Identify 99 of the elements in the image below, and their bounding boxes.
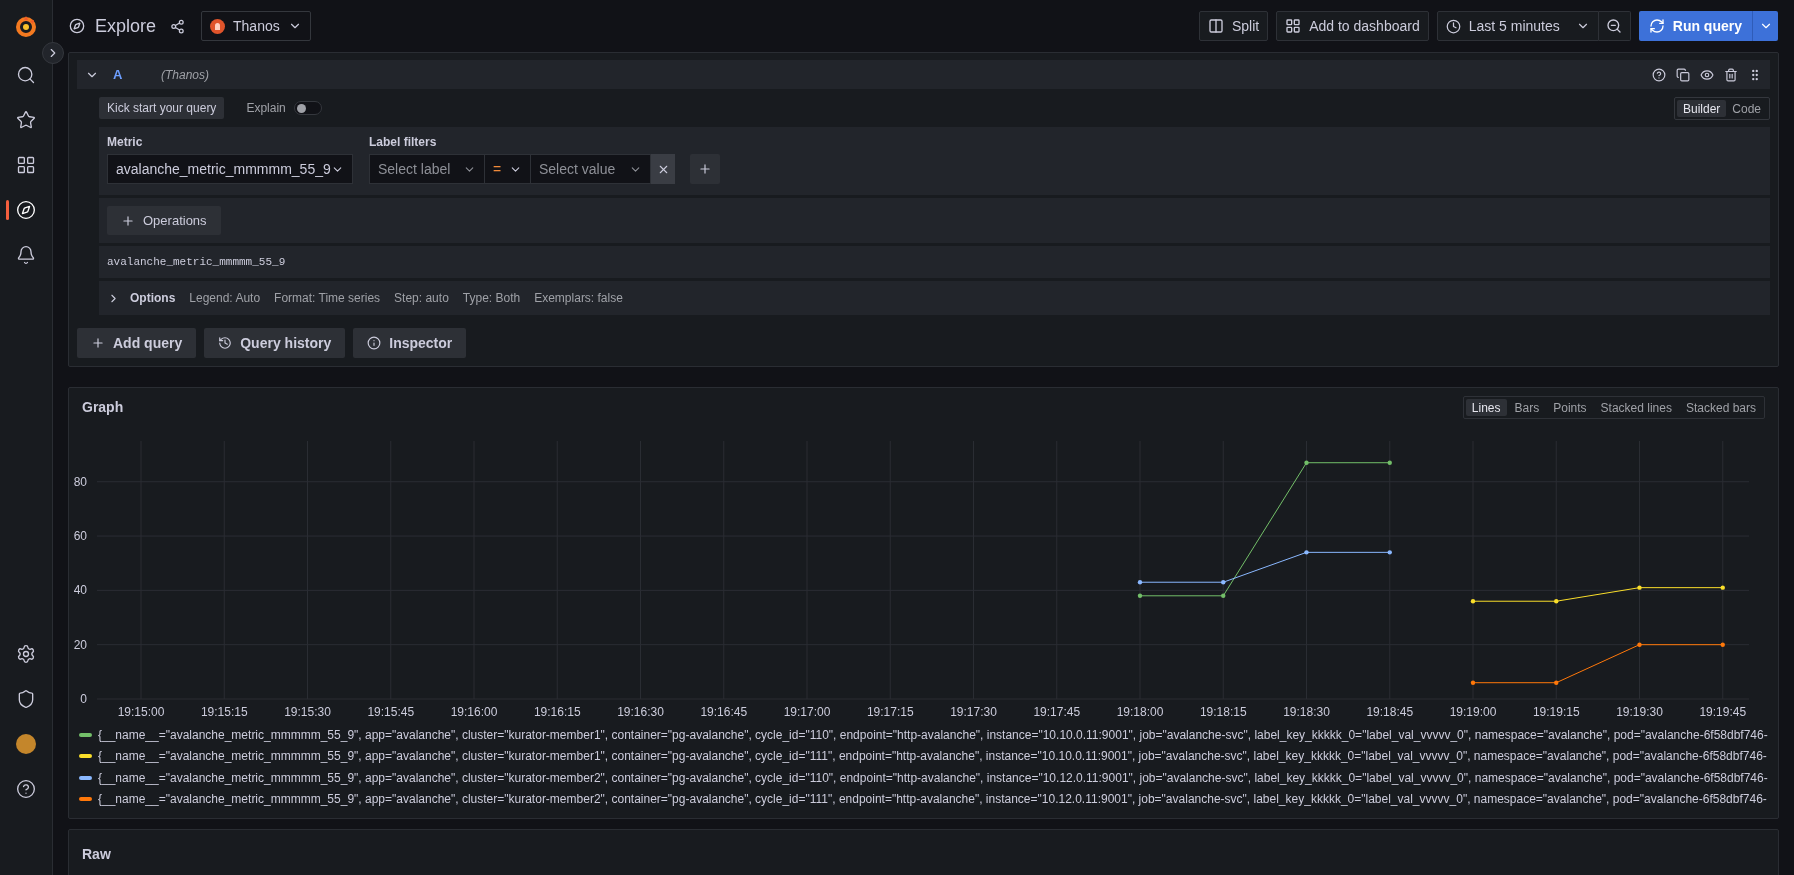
view-tab[interactable]: Stacked lines (1594, 398, 1678, 416)
legend-label[interactable]: {__name__="avalanche_metric_mmmmm_55_9", app="avalanche", cluster="kurator-member1", container="pg-avalanche", cycle_id="110", endpoint="http-avalanche", instance="10.10.0.11:9001", job="avalanche-svc", label_key_kkkkk_0="label_val_vvvvv_0", namespace="avalanche", pod="avalanche-6f58dbf746- (98, 725, 1768, 744)
option-summary: Type: Both (462, 290, 521, 307)
run-query-button[interactable]: Run query (1638, 11, 1752, 41)
help-icon[interactable] (16, 778, 36, 799)
value-select[interactable]: Select value (531, 154, 651, 184)
x-axis-label: 19:15:00 (117, 705, 165, 719)
x-axis-label: 19:18:15 (1199, 705, 1247, 719)
inspector-button[interactable]: Inspector (353, 328, 467, 358)
grid-icon (1285, 18, 1302, 34)
columns-icon (1207, 18, 1224, 34)
kick-start-button[interactable]: Kick start your query (99, 97, 225, 119)
operations-button[interactable]: Operations (107, 206, 221, 235)
x-axis-label: 19:15:30 (284, 705, 331, 719)
options-title: Options (130, 290, 176, 307)
clock-icon (1445, 18, 1461, 34)
remove-filter-button[interactable] (651, 154, 675, 184)
x-axis-label: 19:16:45 (700, 705, 748, 719)
plus-icon (698, 162, 712, 176)
datasource-icon (210, 18, 226, 34)
y-axis-label: 60 (73, 529, 87, 544)
query-ref: A (113, 65, 124, 84)
y-axis-label: 20 (73, 637, 87, 652)
view-tab[interactable]: Stacked bars (1679, 398, 1762, 416)
x-axis-label: 19:17:30 (950, 705, 997, 719)
query-datasource: (Thanos) (161, 66, 210, 84)
metric-label: Metric (107, 134, 144, 151)
trash-icon[interactable] (1724, 67, 1738, 82)
mode-tab[interactable]: Builder (1676, 99, 1727, 117)
grid-icon[interactable] (16, 154, 36, 175)
settings-icon[interactable] (16, 643, 36, 664)
bell-icon[interactable] (16, 244, 36, 265)
x-axis-label: 19:18:30 (1283, 705, 1330, 719)
add-to-dashboard-button[interactable]: Add to dashboard (1276, 11, 1429, 41)
datasource-picker[interactable]: Thanos (201, 11, 311, 41)
compass-icon[interactable] (16, 199, 36, 220)
page-title: Explore (95, 14, 157, 38)
x-axis-label: 19:19:00 (1449, 705, 1497, 719)
zoom-out-button[interactable] (1598, 11, 1631, 41)
view-tab[interactable]: Points (1547, 398, 1593, 416)
plus-icon (91, 336, 105, 350)
info-icon (367, 336, 382, 350)
option-summary: Step: auto (394, 290, 449, 307)
logo-icon[interactable] (14, 14, 38, 38)
active-indicator (6, 200, 9, 220)
x-axis-label: 19:15:15 (200, 705, 248, 719)
copy-icon[interactable] (1676, 67, 1690, 82)
panel-title: Raw (82, 846, 111, 862)
eye-icon[interactable] (1700, 67, 1714, 82)
time-range-picker[interactable]: Last 5 minutes (1436, 11, 1599, 41)
share-icon[interactable] (170, 18, 186, 34)
operator-select[interactable]: = (485, 154, 531, 184)
x-axis-label: 19:17:45 (1033, 705, 1081, 719)
plus-icon (121, 213, 135, 228)
x-axis-label: 19:15:45 (367, 705, 415, 719)
options-row[interactable]: Options Legend: Auto Format: Time series Step: auto Type: Both Exemplars: false (99, 281, 1770, 315)
compass-icon (69, 18, 85, 34)
x-axis-label: 19:19:45 (1699, 705, 1747, 719)
y-axis-label: 40 (73, 583, 87, 598)
view-tab[interactable]: Bars (1508, 398, 1546, 416)
x-axis-label: 19:16:00 (450, 705, 498, 719)
x-axis-label: 19:17:15 (866, 705, 914, 719)
legend-label[interactable]: {__name__="avalanche_metric_mmmmm_55_9", app="avalanche", cluster="kurator-member2", container="pg-avalanche", cycle_id="110", endpoint="http-avalanche", instance="10.12.0.11:9001", job="avalanche-svc", label_key_kkkkk_0="label_val_vvvvv_0", namespace="avalanche", pod="avalanche-6f58dbf746- (98, 768, 1768, 787)
x-axis-label: 19:18:45 (1366, 705, 1414, 719)
x-axis-label: 19:19:30 (1616, 705, 1663, 719)
explain-toggle[interactable] (293, 101, 322, 115)
zoom-out-icon (1606, 18, 1623, 34)
query-preview: avalanche_metric_mmmmm_55_9 (107, 254, 286, 270)
y-axis-label: 0 (80, 692, 87, 706)
refresh-icon (1648, 18, 1665, 34)
search-icon[interactable] (16, 64, 36, 85)
mode-tab[interactable]: Code (1726, 99, 1767, 117)
label-filters-label: Label filters (369, 134, 438, 151)
add-query-button[interactable]: Add query (77, 328, 197, 358)
expand-sidebar-button[interactable] (42, 42, 64, 64)
option-summary: Format: Time series (274, 290, 381, 307)
option-summary: Exemplars: false (534, 290, 623, 307)
x-axis-label: 19:17:00 (783, 705, 831, 719)
star-icon[interactable] (16, 109, 36, 130)
view-tab[interactable]: Lines (1465, 398, 1507, 416)
x-axis-label: 19:16:15 (533, 705, 581, 719)
y-axis-label: 80 (73, 474, 87, 489)
history-icon (218, 336, 233, 350)
x-axis-label: 19:19:15 (1532, 705, 1580, 719)
legend-label[interactable]: {__name__="avalanche_metric_mmmmm_55_9", app="avalanche", cluster="kurator-member2", container="pg-avalanche", cycle_id="111", endpoint="http-avalanche", instance="10.12.0.11:9001", job="avalanche-svc", label_key_kkkkk_0="label_val_vvvvv_0", namespace="avalanche", pod="avalanche-6f58dbf746- (98, 790, 1767, 809)
explain-label: Explain (246, 100, 286, 117)
legend-label[interactable]: {__name__="avalanche_metric_mmmmm_55_9", app="avalanche", cluster="kurator-member1", container="pg-avalanche", cycle_id="111", endpoint="http-avalanche", instance="10.10.0.11:9001", job="avalanche-svc", label_key_kkkkk_0="label_val_vvvvv_0", namespace="avalanche", pod="avalanche-6f58dbf746- (98, 747, 1767, 766)
x-axis-label: 19:18:00 (1116, 705, 1164, 719)
option-summary: Legend: Auto (189, 290, 261, 307)
label-select[interactable]: Select label (369, 154, 485, 184)
split-button[interactable]: Split (1198, 11, 1269, 41)
panel-title: Graph (82, 397, 124, 417)
metric-select[interactable]: avalanche_metric_mmmmm_55_9 (107, 154, 353, 184)
add-filter-button[interactable] (690, 154, 720, 184)
query-history-button[interactable]: Query history (204, 328, 346, 358)
x-axis-label: 19:16:30 (617, 705, 664, 719)
avatar-icon[interactable] (16, 733, 36, 754)
help-icon[interactable] (1652, 67, 1666, 82)
shield-icon[interactable] (16, 688, 36, 709)
